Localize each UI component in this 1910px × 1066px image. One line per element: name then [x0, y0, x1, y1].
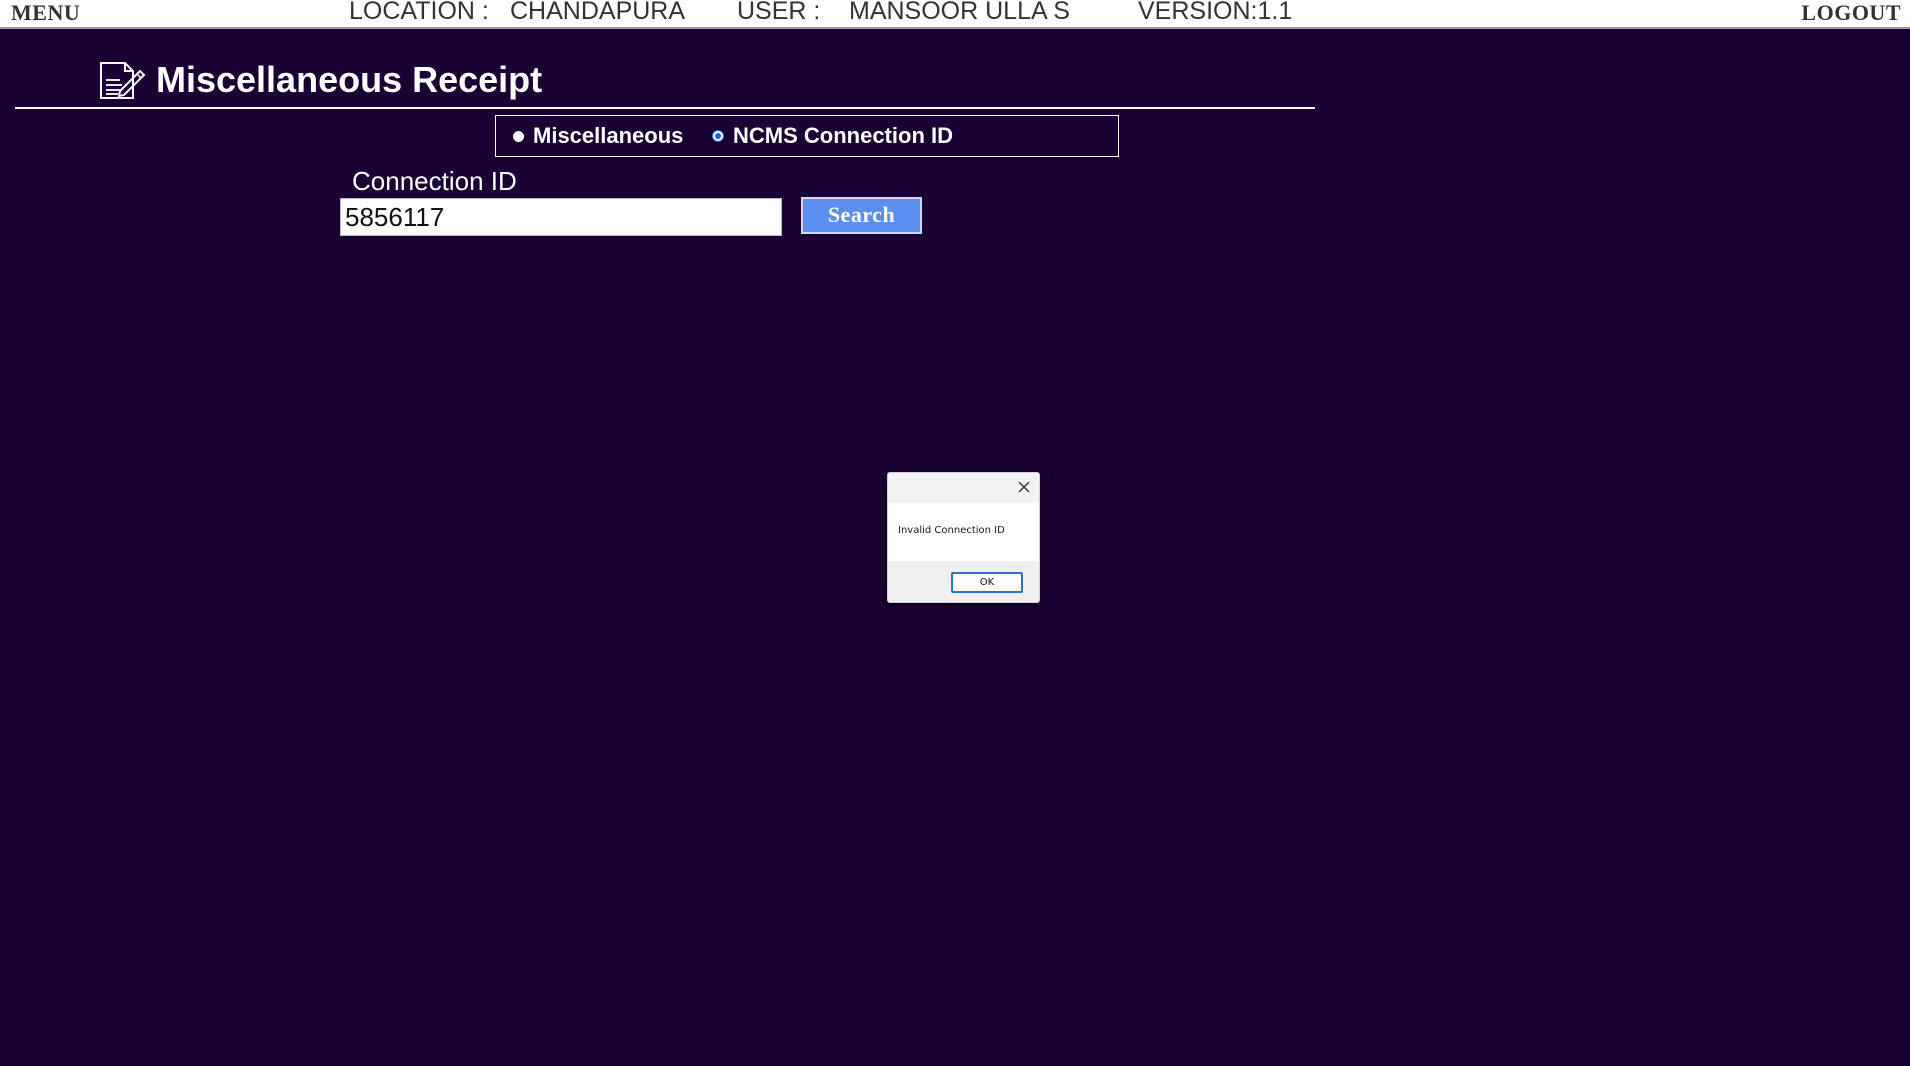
alert-dialog: Invalid Connection ID OK: [887, 472, 1040, 603]
ok-button[interactable]: OK: [951, 572, 1023, 593]
location-value: CHANDAPURA: [510, 0, 686, 25]
radio-miscellaneous-label: Miscellaneous: [533, 123, 684, 148]
search-button[interactable]: Search: [801, 197, 922, 234]
close-icon[interactable]: [1016, 479, 1032, 495]
radio-checked-icon[interactable]: [712, 130, 724, 142]
title-divider: [15, 107, 1315, 109]
page-title: Miscellaneous Receipt: [156, 59, 543, 100]
top-bar: MENU LOCATION : CHANDAPURA USER : MANSOO…: [0, 0, 1910, 29]
location-label: LOCATION :: [349, 0, 489, 25]
menu-button[interactable]: MENU: [11, 0, 80, 26]
radio-unchecked-icon[interactable]: [513, 130, 524, 142]
page-header: Miscellaneous Receipt: [98, 58, 542, 102]
document-edit-icon: [100, 62, 146, 99]
user-label: USER :: [737, 0, 821, 25]
mode-selector: Miscellaneous NCMS Connection ID: [495, 115, 1119, 157]
version-label: VERSION:1.1: [1138, 0, 1293, 25]
dialog-message: Invalid Connection ID: [898, 525, 1005, 536]
radio-miscellaneous[interactable]: Miscellaneous: [513, 124, 683, 148]
user-value: MANSOOR ULLA S: [849, 0, 1070, 25]
connection-id-label: Connection ID: [352, 166, 517, 196]
radio-ncms-connection-id-label: NCMS Connection ID: [733, 123, 953, 148]
connection-id-input[interactable]: [340, 198, 782, 236]
logout-button[interactable]: LOGOUT: [1801, 0, 1901, 26]
radio-ncms-connection-id[interactable]: NCMS Connection ID: [712, 124, 953, 148]
